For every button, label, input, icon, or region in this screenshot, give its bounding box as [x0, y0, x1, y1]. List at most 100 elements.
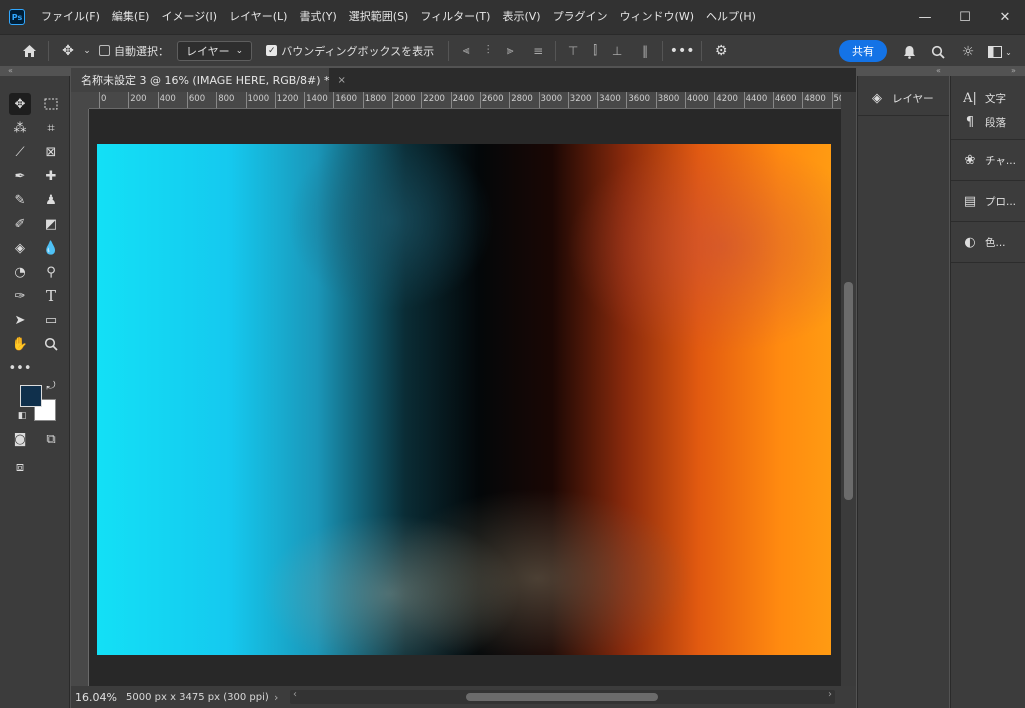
collapse-tools-icon[interactable]: « — [8, 66, 13, 76]
bell-icon[interactable] — [898, 41, 920, 63]
hand-tool-icon[interactable]: ✋ — [9, 333, 31, 355]
marquee-tool-icon[interactable] — [40, 93, 62, 115]
lightbulb-icon[interactable]: ☼ — [957, 41, 979, 63]
path-selection-tool-icon[interactable]: ➤ — [9, 309, 31, 331]
menu-layer[interactable]: レイヤー(L) — [223, 0, 293, 34]
gear-icon[interactable]: ⚙ — [708, 39, 734, 63]
menu-select[interactable]: 選択範囲(S) — [343, 0, 415, 34]
auto-select-checkbox[interactable] — [99, 45, 110, 56]
distribute-horizontal-icon[interactable]: ≡ — [527, 40, 549, 62]
ruler-tick-label: 1200 — [276, 94, 299, 104]
distribute-vertical-icon[interactable]: ‖ — [634, 40, 656, 62]
zoom-level[interactable]: 16.04% — [71, 691, 126, 704]
chevron-right-icon[interactable]: › — [274, 691, 278, 704]
align-middle-icon[interactable]: ⫿ — [584, 40, 606, 62]
panel-item-layers[interactable]: ◈ レイヤー — [858, 86, 949, 110]
menu-window[interactable]: ウィンドウ(W) — [614, 0, 700, 34]
eyedropper-tool-icon[interactable]: ✒ — [9, 165, 31, 187]
close-tab-icon[interactable]: × — [338, 75, 346, 86]
align-top-icon[interactable]: ⊤ — [562, 40, 584, 62]
move-tool-icon[interactable]: ✥ — [55, 39, 81, 63]
character-icon: A| — [963, 90, 977, 106]
menu-type[interactable]: 書式(Y) — [293, 0, 342, 34]
pen-tool-icon[interactable]: ✑ — [9, 285, 31, 307]
bounding-box-option[interactable]: ✓ バウンディングボックスを表示 — [266, 43, 434, 59]
vertical-scrollbar[interactable] — [841, 92, 856, 686]
type-tool-icon[interactable]: T — [40, 285, 62, 307]
align-bottom-icon[interactable]: ⊥ — [606, 40, 628, 62]
canvas-image[interactable] — [97, 144, 831, 655]
ruler-tick-line — [274, 92, 276, 108]
pen-line-tool-icon[interactable]: ⟋ — [9, 141, 31, 163]
paint-bucket-tool-icon[interactable]: ◈ — [9, 237, 31, 259]
ruler-tick-label: 200 — [130, 94, 147, 104]
clone-stamp-tool-icon[interactable]: ♟ — [40, 189, 62, 211]
align-left-icon[interactable]: ⫷ — [455, 40, 477, 62]
minimize-button[interactable]: — — [905, 0, 945, 34]
more-options-icon[interactable]: ••• — [669, 39, 695, 63]
default-colors-icon[interactable]: ◧ — [15, 409, 29, 423]
zoom-tool-icon[interactable] — [40, 333, 62, 355]
menu-plugins[interactable]: プラグイン — [547, 0, 614, 34]
swap-colors-icon[interactable]: ⤾ — [44, 379, 58, 393]
vertical-scroll-thumb[interactable] — [844, 282, 853, 500]
quick-mask-icon[interactable]: ◙ — [9, 428, 31, 450]
move-tool-icon[interactable]: ✥ — [9, 93, 31, 115]
menu-filter[interactable]: フィルター(T) — [414, 0, 496, 34]
close-button[interactable]: ✕ — [985, 0, 1025, 34]
frame-tool-icon[interactable]: ⊠ — [40, 141, 62, 163]
burn-tool-icon[interactable]: ⚲ — [40, 261, 62, 283]
object-selection-tool-icon[interactable]: ⁂ — [9, 117, 31, 139]
ruler-tick-label: 1400 — [306, 94, 328, 104]
share-button[interactable]: 共有 — [839, 40, 887, 62]
panel-item-channels[interactable]: ❀ チャ... — [951, 145, 1025, 175]
ruler-tick-label: 4800 — [804, 94, 826, 104]
horizontal-scroll-thumb[interactable] — [466, 693, 658, 701]
brush-tool-icon[interactable]: ✎ — [9, 189, 31, 211]
maximize-button[interactable]: ☐ — [945, 0, 985, 34]
menu-edit[interactable]: 編集(E) — [106, 0, 156, 34]
dodge-tool-icon[interactable]: ◔ — [9, 261, 31, 283]
document-tab[interactable]: 名称未設定 3 @ 16% (IMAGE HERE, RGB/8#) * × — [71, 68, 346, 92]
panel-dock: A| 文字 ¶ 段落 ❀ チャ... ▤ プロ... ◐ 色... — [950, 76, 1025, 708]
horizontal-scrollbar[interactable]: ‹ › — [290, 689, 835, 704]
scroll-left-icon[interactable]: ‹ — [293, 689, 297, 700]
align-right-icon[interactable]: ⫸ — [499, 40, 521, 62]
ruler-tick-label: 400 — [159, 94, 176, 104]
generative-fill-icon[interactable]: ⧈ — [9, 456, 31, 478]
panel-label: チャ... — [985, 154, 1016, 167]
history-brush-tool-icon[interactable]: ✐ — [9, 213, 31, 235]
menu-file[interactable]: ファイル(F) — [35, 0, 106, 34]
panel-group: ❀ チャ... — [951, 140, 1025, 181]
menu-image[interactable]: イメージ(I) — [155, 0, 223, 34]
home-icon[interactable] — [16, 39, 42, 63]
auto-select-option[interactable]: 自動選択： — [99, 43, 169, 59]
collapse-panels-icon[interactable]: « — [936, 66, 941, 76]
panel-item-properties[interactable]: ▤ プロ... — [951, 186, 1025, 216]
edit-toolbar-icon[interactable]: ••• — [9, 357, 32, 379]
scroll-right-icon[interactable]: › — [828, 689, 832, 700]
menu-help[interactable]: ヘルプ(H) — [700, 0, 762, 34]
healing-brush-tool-icon[interactable]: ✚ — [40, 165, 62, 187]
panel-item-color[interactable]: ◐ 色... — [951, 227, 1025, 257]
menu-view[interactable]: 表示(V) — [496, 0, 546, 34]
eraser-tool-icon[interactable]: ◩ — [40, 213, 62, 235]
blur-tool-icon[interactable]: 💧 — [40, 237, 62, 259]
expand-panels-icon[interactable]: » — [1011, 66, 1016, 76]
panel-item-paragraph[interactable]: ¶ 段落 — [951, 110, 1025, 134]
layer-select-dropdown[interactable]: レイヤー ⌄ — [177, 40, 253, 61]
ruler-tick-line — [186, 92, 188, 108]
color-icon: ◐ — [964, 234, 976, 250]
screen-mode-icon[interactable]: ⧉ — [40, 428, 62, 450]
panel-item-character[interactable]: A| 文字 — [951, 86, 1025, 110]
chevron-down-icon[interactable]: ⌄ — [81, 39, 93, 63]
foreground-color-swatch[interactable] — [20, 385, 42, 407]
align-center-icon[interactable]: ⫶ — [477, 40, 499, 62]
bounding-box-checkbox[interactable]: ✓ — [266, 45, 278, 56]
ruler-tick-line — [567, 92, 569, 108]
ruler-tick-label: 4200 — [716, 94, 738, 104]
search-icon[interactable] — [927, 41, 949, 63]
crop-tool-icon[interactable]: ⌗ — [40, 117, 62, 139]
workspace-icon[interactable]: ⌄ — [985, 41, 1015, 63]
rectangle-tool-icon[interactable]: ▭ — [40, 309, 62, 331]
